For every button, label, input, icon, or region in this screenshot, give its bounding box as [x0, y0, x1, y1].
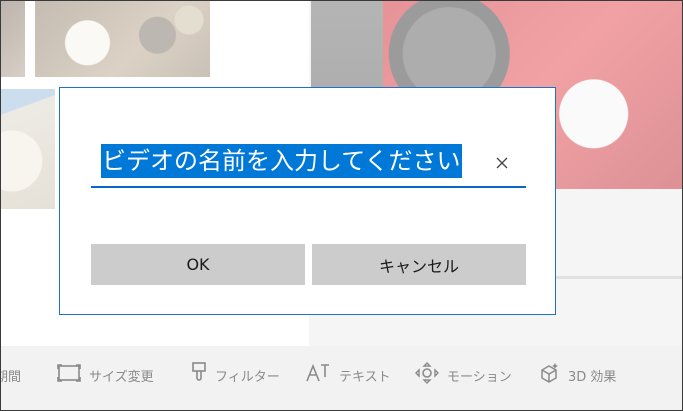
toolbar-item-label: サイズ変更	[89, 369, 154, 385]
toolbar-item-label: 期間	[1, 369, 22, 385]
toolbar-item-label: モーション	[447, 369, 512, 385]
ok-button[interactable]: OK	[91, 244, 305, 285]
cancel-button[interactable]: キャンセル	[312, 244, 526, 285]
video-name-input-text[interactable]: ビデオの名前を入力してください	[101, 144, 462, 178]
toolbar-item-label: フィルター	[215, 369, 280, 385]
toolbar-item-3d-effects[interactable]: 3D 効果	[538, 363, 616, 387]
3d-effects-icon	[538, 362, 560, 388]
rename-video-dialog: ビデオの名前を入力してください OK キャンセル	[59, 87, 556, 315]
toolbar-item-filters[interactable]: フィルター	[191, 362, 280, 388]
toolbar-item-duration[interactable]: 期間	[1, 363, 22, 387]
toolbar-item-motion[interactable]: モーション	[415, 362, 512, 388]
toolbar-item-label: 3D 効果	[568, 369, 617, 385]
close-icon	[496, 154, 508, 173]
filter-brush-icon	[191, 362, 207, 388]
toolbar-item-text[interactable]: テキスト	[305, 363, 391, 387]
app-window: 期間 サイズ変更 フィルター テキスト モーション 3D 効果 ビデオの名前を	[0, 0, 683, 411]
toolbar-item-label: テキスト	[339, 369, 391, 385]
clear-input-button[interactable]	[491, 152, 513, 174]
resize-icon	[57, 364, 81, 386]
motion-icon	[415, 362, 439, 388]
toolbar-item-resize[interactable]: サイズ変更	[57, 363, 154, 387]
text-icon	[305, 363, 331, 387]
video-name-input[interactable]: ビデオの名前を入力してください	[91, 138, 526, 188]
